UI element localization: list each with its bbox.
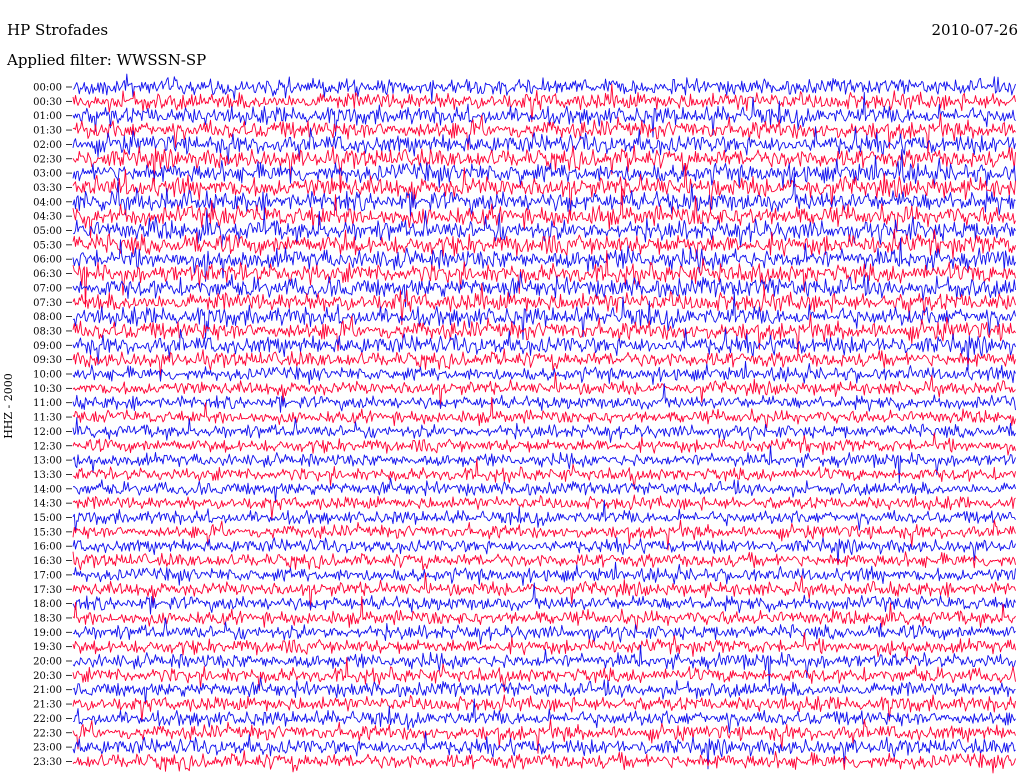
time-tick-label: 22:00 (33, 714, 62, 725)
helicorder-plot: 00:00 00:30 01:00 01:30 02:00 02:30 03:00 03:30… (33, 73, 1016, 774)
trace-row (72, 750, 1016, 774)
trace-row (72, 617, 1016, 645)
time-tick-label: 07:30 (33, 298, 62, 309)
trace-row (72, 677, 1016, 705)
time-tick-label: 02:00 (33, 140, 62, 151)
time-tick-label: 19:00 (33, 628, 62, 639)
tick-labels: 00:00 00:30 01:00 01:30 02:00 02:30 03:00 03:30… (33, 83, 72, 768)
trace-row (72, 551, 1016, 571)
time-tick-label: 11:30 (33, 413, 62, 424)
time-tick-label: 09:30 (33, 355, 62, 366)
time-tick-label: 00:00 (33, 83, 62, 94)
trace-row (72, 250, 1016, 308)
time-tick-label: 19:30 (33, 642, 62, 653)
time-tick-label: 08:00 (33, 312, 62, 323)
time-tick-label: 09:00 (33, 341, 62, 352)
trace-row (72, 537, 1016, 566)
time-tick-label: 06:00 (33, 255, 62, 266)
time-tick-label: 01:00 (33, 111, 62, 122)
time-tick-label: 04:00 (33, 197, 62, 208)
time-tick-label: 10:30 (33, 384, 62, 395)
trace-row (72, 494, 1016, 520)
trace-row (72, 519, 1016, 551)
time-tick-label: 23:00 (33, 743, 62, 754)
time-tick-label: 10:00 (33, 370, 62, 381)
trace-row (72, 73, 1016, 102)
time-tick-label: 13:00 (33, 456, 62, 467)
time-tick-label: 02:30 (33, 154, 62, 165)
time-tick-label: 22:30 (33, 728, 62, 739)
time-tick-label: 14:00 (33, 484, 62, 495)
time-tick-label: 18:00 (33, 599, 62, 610)
time-tick-label: 03:00 (33, 169, 62, 180)
time-tick-label: 04:30 (33, 212, 62, 223)
time-tick-label: 20:30 (33, 671, 62, 682)
time-tick-label: 12:00 (33, 427, 62, 438)
time-tick-label: 23:30 (33, 757, 62, 768)
time-tick-label: 15:00 (33, 513, 62, 524)
time-tick-label: 16:30 (33, 556, 62, 567)
time-tick-label: 18:30 (33, 613, 62, 624)
channel-axis-label: HHZ - 2000 (2, 373, 15, 439)
trace-row (72, 596, 1016, 630)
time-tick-label: 01:30 (33, 126, 62, 137)
time-tick-label: 17:00 (33, 570, 62, 581)
filter-label: Applied filter: WWSSN-SP (7, 51, 207, 69)
time-tick-label: 14:30 (33, 499, 62, 510)
time-tick-label: 05:30 (33, 240, 62, 251)
time-tick-label: 08:30 (33, 326, 62, 337)
trace-row (72, 113, 1016, 156)
time-tick-label: 11:00 (33, 398, 62, 409)
time-tick-label: 07:00 (33, 283, 62, 294)
trace-row (72, 327, 1016, 371)
date-label: 2010-07-26 (931, 21, 1018, 39)
time-tick-label: 12:30 (33, 441, 62, 452)
time-tick-label: 13:30 (33, 470, 62, 481)
time-tick-label: 15:30 (33, 527, 62, 538)
station-title: HP Strofades (7, 21, 109, 39)
time-tick-label: 21:00 (33, 685, 62, 696)
time-tick-label: 17:30 (33, 585, 62, 596)
time-tick-label: 03:30 (33, 183, 62, 194)
time-tick-label: 20:00 (33, 657, 62, 668)
time-tick-label: 00:30 (33, 97, 62, 108)
trace-row (72, 417, 1016, 443)
time-tick-label: 06:30 (33, 269, 62, 280)
trace-row (72, 477, 1016, 503)
time-tick-label: 05:00 (33, 226, 62, 237)
trace-group (72, 73, 1016, 774)
trace-row (72, 718, 1016, 754)
time-tick-label: 21:30 (33, 700, 62, 711)
time-tick-label: 16:00 (33, 542, 62, 553)
trace-row (72, 360, 1016, 385)
trace-row (72, 432, 1016, 456)
